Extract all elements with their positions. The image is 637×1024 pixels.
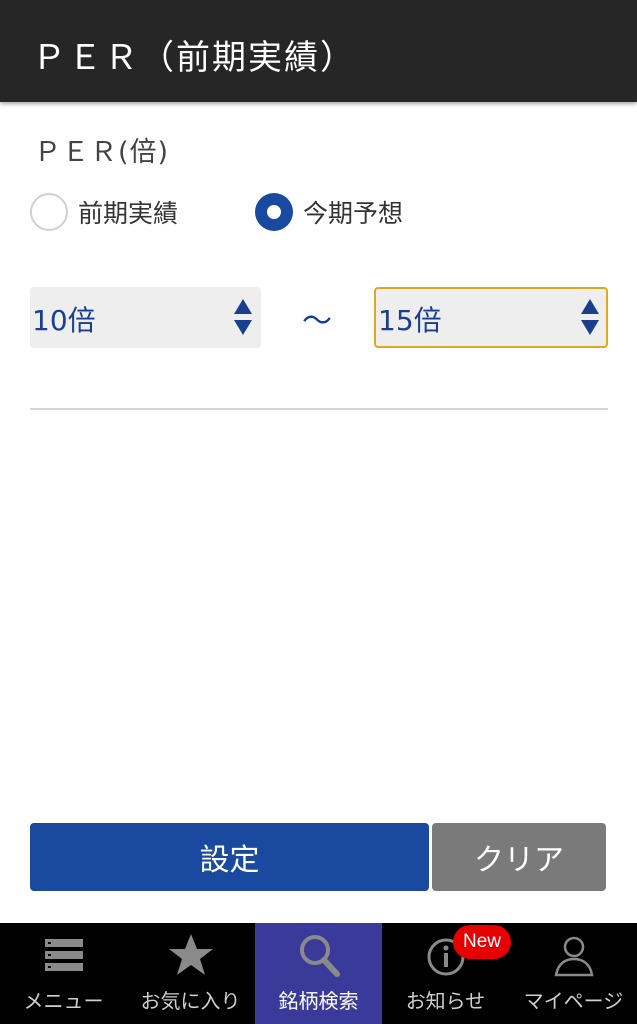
range-to-value: 15倍 xyxy=(378,304,442,337)
tab-stock-search[interactable]: 銘柄検索 xyxy=(255,923,382,1024)
user-icon xyxy=(554,936,593,977)
radio-current-forecast[interactable]: 今期予想 xyxy=(255,191,403,233)
tab-label: マイページ xyxy=(523,989,624,1013)
range-to-select[interactable]: 15倍 xyxy=(374,287,608,348)
app-header: ＰＥＲ（前期実績） xyxy=(0,0,637,102)
radio-circle-unchecked xyxy=(30,193,68,231)
range-from-value: 10倍 xyxy=(32,304,96,337)
clear-button[interactable]: クリア xyxy=(432,823,606,891)
search-icon xyxy=(299,935,340,977)
radio-label: 前期実績 xyxy=(78,199,179,228)
tab-label: 銘柄検索 xyxy=(278,989,359,1013)
updown-arrows-icon xyxy=(581,299,599,335)
set-button[interactable]: 設定 xyxy=(30,823,429,891)
updown-arrows-icon xyxy=(234,299,252,335)
tab-favorites[interactable]: お気に入り xyxy=(127,923,254,1024)
tab-label: メニュー xyxy=(23,989,104,1013)
range-from-select[interactable]: 10倍 xyxy=(30,287,261,348)
bottom-tab-bar: メニュー お気に入り 銘柄検索 お知らせ マイページ xyxy=(0,923,637,1024)
range-separator: ～ xyxy=(302,304,332,339)
radio-previous-results[interactable]: 前期実績 xyxy=(30,191,178,233)
new-badge: New xyxy=(453,925,511,959)
section-label: ＰＥＲ(倍) xyxy=(34,137,170,168)
menu-icon xyxy=(44,939,83,971)
star-icon xyxy=(168,934,213,975)
tab-label: お気に入り xyxy=(140,989,241,1013)
page-title: ＰＥＲ（前期実績） xyxy=(32,38,356,78)
tab-mypage[interactable]: マイページ xyxy=(510,923,637,1024)
radio-circle-checked xyxy=(255,193,293,231)
divider xyxy=(30,408,608,410)
tab-label: お知らせ xyxy=(405,989,486,1013)
tab-menu[interactable]: メニュー xyxy=(0,923,127,1024)
radio-label: 今期予想 xyxy=(303,199,404,228)
